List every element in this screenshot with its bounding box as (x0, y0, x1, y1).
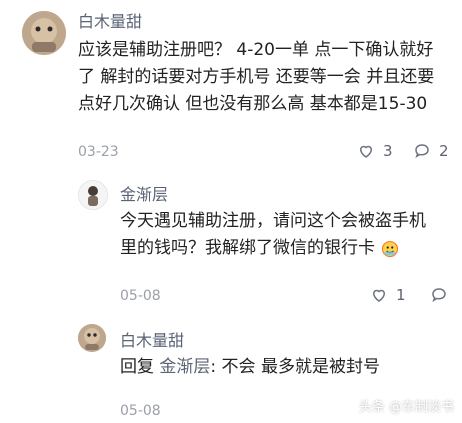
comment-date: 05-08 (120, 403, 161, 419)
like-count: 3 (383, 142, 393, 160)
reply-count: 2 (439, 142, 449, 160)
author-name[interactable]: 白木量甜 (120, 327, 184, 351)
reply-target-link[interactable]: 金渐层 (159, 357, 210, 377)
comment-bubble-icon (430, 286, 448, 304)
reply-text: 回复 金渐层: 不会 最多就是被封号 (120, 354, 440, 381)
reply-body: : 不会 最多就是被封号 (210, 357, 380, 377)
reply-button[interactable]: 2 (413, 142, 449, 160)
like-count: 1 (396, 286, 406, 304)
author-name[interactable]: 金渐层 (120, 181, 168, 205)
avatar[interactable] (22, 11, 66, 55)
comment-line: 点好几次确认 但也没有那么高 基本都是15-30 (78, 94, 428, 114)
comment-line: 了 解封的话要对方手机号 还要等一会 并且还要 (78, 67, 435, 87)
comment-date: 03-23 (78, 144, 119, 160)
reply-prefix: 回复 (120, 357, 160, 377)
avatar[interactable] (78, 324, 106, 352)
comment-bubble-icon (413, 142, 431, 160)
comment-line: 应该是辅助注册吧？ 4-20一单 点一下确认就好 (78, 40, 434, 60)
comment-line: 里的钱吗？我解绑了微信的银行卡 (120, 238, 375, 258)
reply-button[interactable] (430, 286, 448, 304)
avatar[interactable] (78, 180, 108, 210)
like-button[interactable]: 1 (370, 286, 406, 304)
emoji-icon (381, 240, 399, 258)
comment-text: 应该是辅助注册吧？ 4-20一单 点一下确认就好 了 解封的话要对方手机号 还要… (78, 37, 450, 118)
comment-text: 今天遇见辅助注册，请问这个会被盗手机 里的钱吗？我解绑了微信的银行卡 (120, 208, 450, 262)
like-button[interactable]: 3 (357, 142, 393, 160)
comment-line: 今天遇见辅助注册，请问这个会被盗手机 (120, 211, 426, 231)
watermark: 头条 @东制淡书 (358, 400, 454, 415)
comment-date: 05-08 (120, 288, 161, 304)
heart-icon (370, 286, 388, 304)
author-name[interactable]: 白木量甜 (78, 8, 142, 32)
heart-icon (357, 142, 375, 160)
